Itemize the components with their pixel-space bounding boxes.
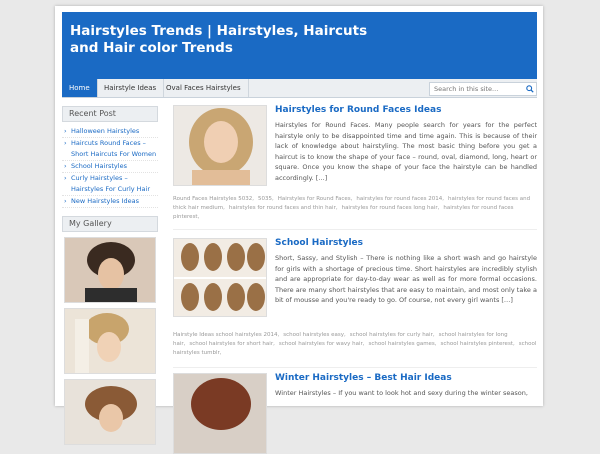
nav-item-hairstyle-ideas[interactable]: Hairstyle Ideas bbox=[97, 79, 165, 97]
recent-post-link[interactable]: Curly Hairstyles – Hairstyles For Curly … bbox=[62, 173, 158, 196]
recent-post-link[interactable]: New Hairstyles Ideas bbox=[62, 196, 158, 208]
main-nav: Home Hairstyle Ideas Oval Faces Hairstyl… bbox=[62, 79, 537, 98]
tag-link[interactable]: Hairstyle Ideas school hairstyles 2014, bbox=[173, 332, 279, 338]
post-excerpt: Hairstyles for Round Faces. Many people … bbox=[275, 121, 537, 182]
post-photo bbox=[174, 106, 266, 185]
recent-post-link[interactable]: Halloween Hairstyles bbox=[62, 126, 158, 138]
post-tags: Round Faces Hairstyles 5032, 5035, Hairsty… bbox=[173, 195, 537, 222]
tag-link[interactable]: Round Faces Hairstyles 5032, bbox=[173, 196, 254, 202]
gallery-photo bbox=[65, 238, 155, 302]
gallery-heading: My Gallery bbox=[62, 216, 158, 232]
tag-link[interactable]: school hairstyles for short hair, bbox=[189, 341, 274, 347]
post-title[interactable]: Hairstyles for Round Faces Ideas bbox=[275, 105, 441, 115]
tag-link[interactable]: school hairstyles pinterest, bbox=[441, 341, 515, 347]
post-title[interactable]: School Hairstyles bbox=[275, 238, 363, 248]
post-excerpt: Short, Sassy, and Stylish – There is not… bbox=[275, 254, 537, 305]
gallery-photo bbox=[65, 309, 155, 373]
nav-item-home[interactable]: Home bbox=[62, 79, 98, 97]
gallery-thumbnail[interactable] bbox=[64, 308, 156, 374]
tag-link[interactable]: hairstyles for round faces long hair, bbox=[342, 205, 440, 211]
gallery-thumbnail[interactable] bbox=[64, 379, 156, 445]
post-photo bbox=[174, 374, 266, 453]
nav-item-oval-faces[interactable]: Oval Faces Hairstyles bbox=[159, 79, 249, 97]
site-header: Hairstyles Trends | Hairstyles, Haircuts… bbox=[62, 12, 537, 85]
page: Hairstyles Trends | Hairstyles, Haircuts… bbox=[55, 6, 543, 454]
recent-post-link[interactable]: School Hairstyles bbox=[62, 161, 158, 173]
post-thumbnail[interactable] bbox=[173, 373, 267, 454]
tag-link[interactable]: school hairstyles easy, bbox=[283, 332, 345, 338]
post-divider bbox=[173, 367, 537, 368]
sidebar: Recent Post Halloween Hairstyles Haircut… bbox=[62, 106, 158, 445]
gallery-thumbnail[interactable] bbox=[64, 237, 156, 303]
recent-post-link[interactable]: Haircuts Round Faces – Short Haircuts Fo… bbox=[62, 138, 158, 161]
gallery-photo bbox=[65, 380, 155, 444]
post-title[interactable]: Winter Hairstyles – Best Hair Ideas bbox=[275, 373, 452, 383]
search-box bbox=[429, 82, 537, 96]
tag-link[interactable]: Hairstyles for Round Faces, bbox=[278, 196, 353, 202]
tag-link[interactable]: school hairstyles for wavy hair, bbox=[279, 341, 365, 347]
tag-link[interactable]: hairstyles for round faces 2014, bbox=[356, 196, 444, 202]
post-thumbnail[interactable] bbox=[173, 238, 267, 317]
tag-link[interactable]: 5035, bbox=[258, 196, 274, 202]
post-tags: Hairstyle Ideas school hairstyles 2014, s… bbox=[173, 331, 537, 358]
post-thumbnail[interactable] bbox=[173, 105, 267, 186]
recent-post-list: Halloween Hairstyles Haircuts Round Face… bbox=[62, 126, 158, 208]
post-excerpt: Winter Hairstyles – If you want to look … bbox=[275, 389, 528, 397]
search-icon[interactable] bbox=[526, 85, 534, 93]
tag-link[interactable]: hairstyles for round faces and thin hair… bbox=[229, 205, 338, 211]
tag-link[interactable]: school hairstyles games, bbox=[369, 341, 437, 347]
tag-link[interactable]: school hairstyles for curly hair, bbox=[350, 332, 435, 338]
post-divider bbox=[173, 229, 537, 230]
site-title[interactable]: Hairstyles Trends | Hairstyles, Haircuts… bbox=[70, 23, 400, 57]
search-input[interactable] bbox=[430, 83, 528, 95]
recent-post-heading: Recent Post bbox=[62, 106, 158, 122]
post-photo bbox=[174, 239, 266, 316]
